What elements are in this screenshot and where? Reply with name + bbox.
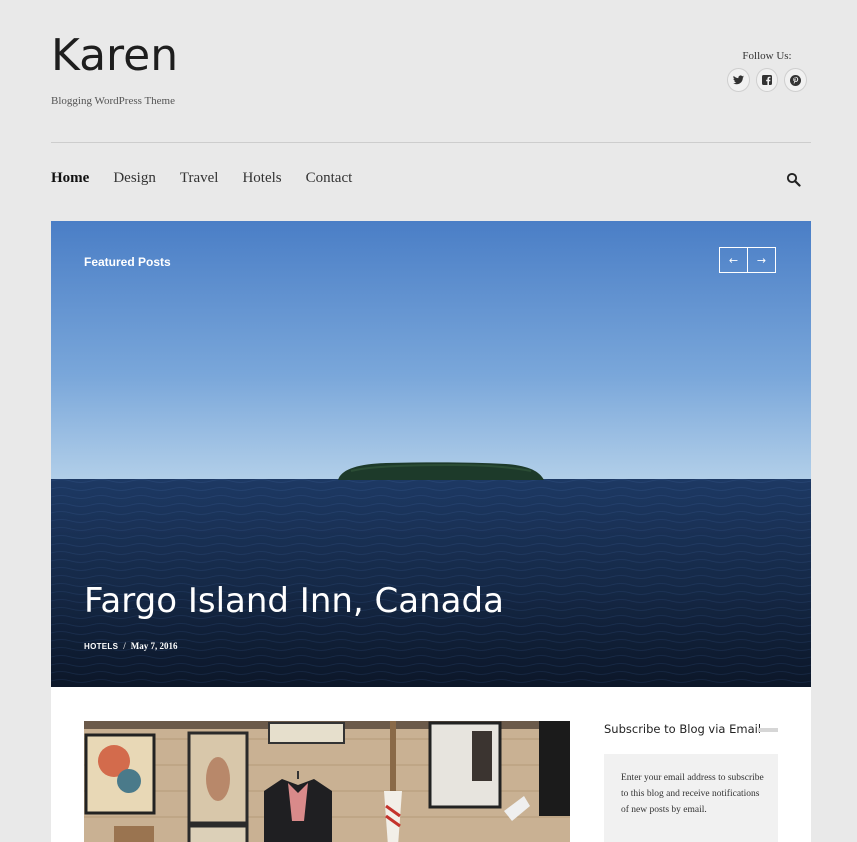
featured-post-meta: HOTELS / May 7, 2016 [84,641,178,651]
follow-us-label: Follow Us: [742,50,792,62]
arrow-right-icon[interactable]: → [748,247,776,273]
meta-separator: / [123,641,126,651]
nav-item-design[interactable]: Design [113,170,156,187]
widget-title-bar [758,728,778,732]
arrow-left-icon[interactable]: ← [719,247,748,273]
subscribe-widget-text: Enter your email address to subscribe to… [621,773,764,815]
post-category[interactable]: HOTELS [84,642,118,651]
subscribe-widget-title: Subscribe to Blog via Email [604,722,762,736]
featured-post-title[interactable]: Fargo Island Inn, Canada [84,581,504,621]
featured-posts-label: Featured Posts [84,255,171,269]
post-thumbnail[interactable] [84,721,570,842]
twitter-icon[interactable] [727,68,750,92]
follow-us: Follow Us: [727,50,808,92]
content-area: Subscribe to Blog via Email Enter your e… [51,687,811,842]
facebook-icon[interactable] [755,68,779,92]
search-icon[interactable] [786,172,801,192]
site-tagline: Blogging WordPress Theme [51,95,175,107]
social-links [727,68,808,92]
nav-item-home[interactable]: Home [51,170,89,187]
featured-slider[interactable]: Featured Posts ← → Fargo Island Inn, Can… [51,221,811,687]
site-title[interactable]: Karen [51,30,178,81]
post-date: May 7, 2016 [130,641,178,651]
nav-item-contact[interactable]: Contact [306,170,353,187]
pinterest-icon[interactable] [784,68,808,92]
main-nav: Home Design Travel Hotels Contact [51,170,352,187]
nav-item-hotels[interactable]: Hotels [242,170,281,187]
header-divider [51,142,811,143]
slider-arrows: ← → [719,247,776,273]
subscribe-widget: Enter your email address to subscribe to… [604,754,778,842]
nav-item-travel[interactable]: Travel [180,170,219,187]
